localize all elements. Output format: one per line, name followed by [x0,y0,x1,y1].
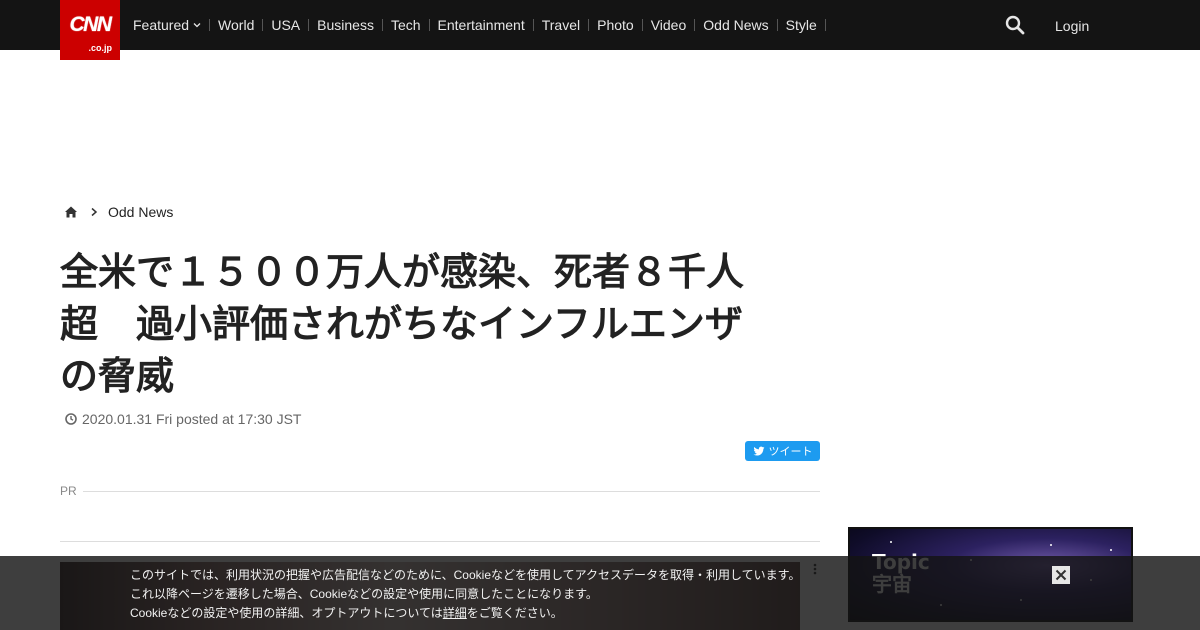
login-link[interactable]: Login [1055,18,1089,34]
cookie-line: Cookieなどの設定や使用の詳細、オプトアウトについては詳細をご覧ください。 [130,604,830,623]
top-navigation-bar: Featured World USA Business Tech Enterta… [0,0,1200,50]
nav-featured[interactable]: Featured [133,17,201,33]
article-meta: 2020.01.31 Fri posted at 17:30 JST [65,411,301,427]
divider-line [60,541,820,542]
chevron-right-icon [91,207,98,217]
close-icon [1055,569,1067,581]
article-title: 全米で１５００万人が感染、死者８千人 超 過小評価されがちなインフルエンザ の脅… [60,246,800,402]
divider-line [82,490,820,492]
breadcrumb: Odd News [64,204,173,220]
nav-tech[interactable]: Tech [391,17,421,33]
cookie-line-text: Cookieなどの設定や使用の詳細、オプトアウトについては [130,606,443,620]
article-title-line: 超 過小評価されがちなインフルエンザ [60,302,743,346]
clock-icon [65,413,77,425]
cookie-line: このサイトでは、利用状況の把握や広告配信などのために、Cookieなどを使用して… [130,568,801,582]
nav-divider [532,19,534,31]
tweet-label: ツイート [768,446,813,458]
twitter-bird-icon [753,446,764,456]
cookie-close-button[interactable] [1052,566,1070,584]
main-nav: Featured World USA Business Tech Enterta… [133,0,834,50]
posted-date: 2020.01.31 Fri posted at 17:30 JST [82,411,302,427]
pr-divider: PR [60,484,820,498]
nav-travel[interactable]: Travel [542,17,580,33]
cnn-logo[interactable]: CNN .co.jp [60,0,120,60]
nav-video[interactable]: Video [651,17,687,33]
breadcrumb-category[interactable]: Odd News [108,204,173,220]
nav-divider [588,19,590,31]
home-icon[interactable] [64,205,78,219]
cookie-notice-text: このサイトでは、利用状況の把握や広告配信などのために、Cookieなどを使用して… [130,566,830,623]
nav-entertainment[interactable]: Entertainment [438,17,525,33]
pr-label: PR [60,484,77,498]
article-title-line: 全米で１５００万人が感染、死者８千人 [60,250,745,294]
nav-divider [641,19,643,31]
nav-divider [209,19,211,31]
nav-divider [428,19,430,31]
nav-divider [694,19,696,31]
nav-photo[interactable]: Photo [597,17,634,33]
search-icon[interactable] [1005,15,1025,35]
nav-divider [381,19,383,31]
cookie-line-text: をご覧ください。 [466,606,563,620]
nav-business[interactable]: Business [317,17,374,33]
cookie-line: これ以降ページを遷移した場合、Cookieなどの設定や使用に同意したことになりま… [130,587,598,601]
nav-featured-label: Featured [133,17,190,33]
nav-divider [308,19,310,31]
nav-divider [824,19,826,31]
nav-divider [776,19,778,31]
cookie-notice: このサイトでは、利用状況の把握や広告配信などのために、Cookieなどを使用して… [0,556,1200,630]
logo-wordmark: CNN [69,13,113,36]
cookie-details-link[interactable]: 詳細 [443,606,467,620]
nav-world[interactable]: World [218,17,254,33]
star-decoration [890,541,892,543]
nav-odd-news[interactable]: Odd News [703,17,768,33]
nav-style[interactable]: Style [786,17,817,33]
article-title-line: の脅威 [60,354,175,398]
tweet-button[interactable]: ツイート [745,441,820,461]
star-decoration [1050,544,1052,546]
logo-domain: .co.jp [88,43,112,53]
star-decoration [1110,549,1112,551]
chevron-down-icon [193,23,201,28]
nav-divider [262,19,264,31]
nav-usa[interactable]: USA [271,17,300,33]
